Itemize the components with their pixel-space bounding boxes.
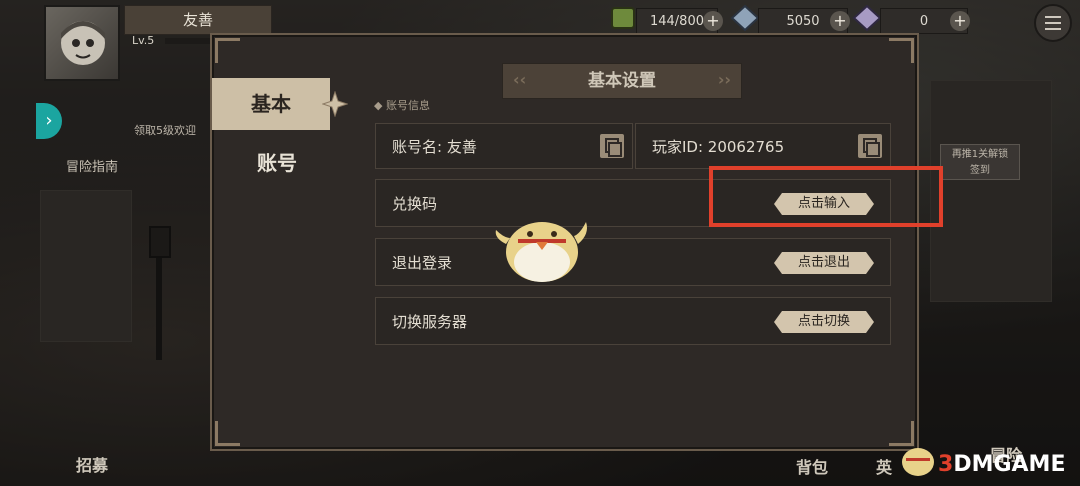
logout-button[interactable]: 点击退出 [774, 252, 874, 274]
player-level: Lv.5 [132, 34, 155, 47]
main-menu-button[interactable] [1034, 4, 1072, 42]
task-hint[interactable]: 领取5级欢迎 [134, 122, 196, 138]
copy-account-name-icon[interactable] [600, 134, 624, 158]
logout-label: 退出登录 [392, 253, 453, 272]
checkin-lock-tip: 再推1关解锁 签到 [940, 144, 1020, 180]
crystal-icon [730, 4, 760, 32]
logout-row: 退出登录 点击退出 [375, 238, 891, 286]
account-name-row: 账号名: 友善 [375, 123, 633, 169]
xp-bar [165, 38, 215, 44]
watermark-bird-icon [902, 448, 934, 476]
player-avatar[interactable] [44, 5, 120, 81]
watermark-rest: DMGAME [953, 452, 1066, 477]
add-stamina-button[interactable]: + [703, 11, 723, 31]
adventure-guide-label[interactable]: 冒险指南 [66, 156, 118, 175]
bag-button[interactable]: 背包 [796, 454, 828, 478]
add-crystal-button[interactable]: + [830, 11, 850, 31]
hero-button[interactable]: 英 [876, 454, 892, 478]
tab-account[interactable]: 账号 [212, 141, 342, 185]
recruit-button[interactable]: 招募 [76, 452, 108, 476]
switch-server-row: 切换服务器 点击切换 [375, 297, 891, 345]
section-label: ◆ 账号信息 [374, 99, 430, 112]
account-name-text: 账号名: 友善 [392, 137, 477, 156]
add-gem-button[interactable]: + [950, 11, 970, 31]
highlight-box [709, 166, 943, 227]
title-right-ornament: ›› [717, 70, 731, 89]
dialog-title: ‹‹ 基本设置 ›› [502, 63, 742, 99]
redeem-code-label: 兑换码 [392, 194, 438, 213]
duck-mascot-icon [495, 222, 587, 282]
gem-icon [852, 4, 882, 32]
tab-star-icon [322, 91, 348, 117]
switch-server-label: 切换服务器 [392, 312, 468, 331]
watermark: 3DMGAME [938, 452, 1066, 477]
stamina-icon [611, 7, 635, 29]
player-id-row: 玩家ID: 20062765 [635, 123, 891, 169]
copy-player-id-icon[interactable] [858, 134, 882, 158]
player-id-text: 玩家ID: 20062765 [652, 137, 785, 156]
tab-basic[interactable]: 基本 [212, 78, 330, 130]
player-name: 友善 [124, 5, 272, 35]
switch-server-button[interactable]: 点击切换 [774, 311, 874, 333]
title-left-ornament: ‹‹ [513, 70, 527, 89]
